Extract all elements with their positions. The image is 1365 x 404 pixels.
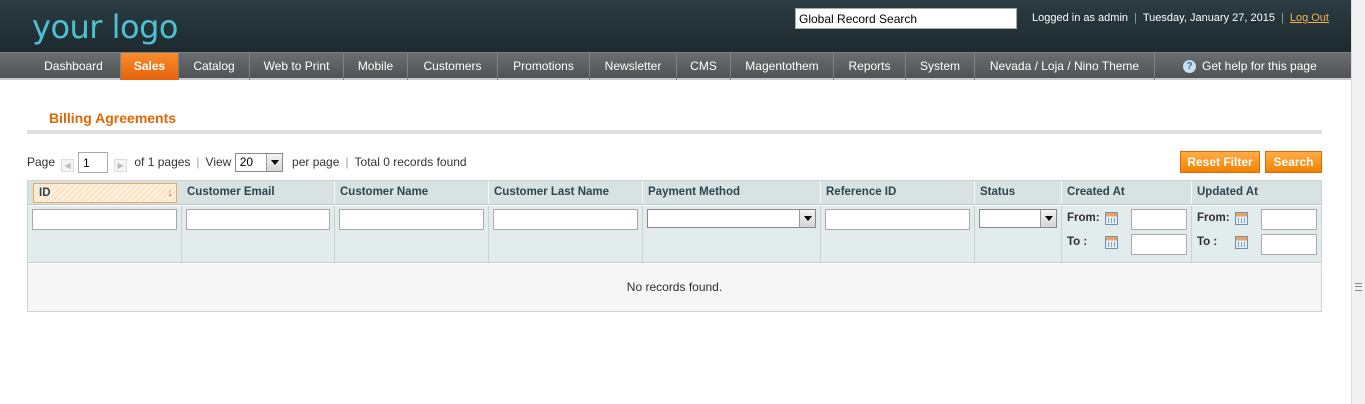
nav-item-system[interactable]: System [906, 53, 975, 80]
filter-cell-reference-id [821, 206, 975, 263]
title-divider [27, 130, 1322, 134]
next-page-icon[interactable]: ▶ [114, 159, 128, 172]
logout-link[interactable]: Log Out [1290, 12, 1329, 24]
admin-header: your logo Logged in as admin | Tuesday, Ja… [0, 0, 1351, 52]
sort-desc-icon: ↓ [167, 187, 173, 199]
nav-item-customers[interactable]: Customers [408, 53, 498, 80]
filter-name-input[interactable] [339, 209, 484, 230]
nav-item-mobile[interactable]: Mobile [344, 53, 408, 80]
nav-item-promotions[interactable]: Promotions [498, 53, 590, 80]
empty-message: No records found. [28, 264, 1321, 311]
filter-email-input[interactable] [186, 209, 330, 230]
calendar-icon[interactable] [1105, 236, 1118, 249]
help-link[interactable]: ? Get help for this page [1183, 53, 1317, 80]
column-header-label: ID [39, 187, 51, 199]
calendar-icon[interactable] [1235, 236, 1248, 249]
per-page-label: per page [292, 155, 340, 169]
column-header-created-at[interactable]: Created At [1062, 181, 1192, 204]
per-page-select[interactable]: 20 [234, 153, 283, 173]
updated-from-input[interactable] [1261, 209, 1317, 230]
calendar-icon[interactable] [1105, 212, 1118, 225]
filter-cell-status [975, 206, 1062, 263]
search-button[interactable]: Search [1265, 151, 1322, 173]
separator: | [1280, 12, 1284, 24]
header-date: Tuesday, January 27, 2015 [1142, 12, 1275, 24]
per-page-value: 20 [239, 155, 254, 170]
header-links: Logged in as admin | Tuesday, January 27, … [1032, 12, 1329, 24]
filter-id-input[interactable] [32, 209, 177, 230]
filter-cell-payment-method [643, 206, 821, 263]
updated-from-label: From: [1197, 212, 1230, 224]
created-to-input[interactable] [1131, 234, 1187, 255]
column-header-customer-name[interactable]: Customer Name [335, 181, 489, 204]
separator: | [196, 155, 200, 169]
filter-cell-email [182, 206, 335, 263]
view-label: View [205, 155, 232, 169]
of-pages-text: of 1 pages [134, 155, 191, 169]
column-header-status[interactable]: Status [975, 181, 1062, 204]
nav-item-magentothem[interactable]: Magentothem [731, 53, 834, 80]
chevron-down-icon [799, 210, 815, 227]
page-title: Billing Agreements [49, 110, 177, 126]
nav-item-newsletter[interactable]: Newsletter [590, 53, 677, 80]
column-header-customer-email[interactable]: Customer Email [182, 181, 335, 204]
nav-item-cms[interactable]: CMS [677, 53, 731, 80]
filter-status-select[interactable] [979, 209, 1057, 228]
reset-filter-button[interactable]: Reset Filter [1180, 151, 1260, 173]
nav-item-reports[interactable]: Reports [834, 53, 906, 80]
nav-item-catalog[interactable]: Catalog [179, 53, 250, 80]
nav-item-nevada-theme[interactable]: Nevada / Loja / Nino Theme [975, 53, 1155, 80]
help-icon: ? [1183, 60, 1196, 73]
page-number-input[interactable] [78, 152, 109, 174]
created-to-label: To : [1067, 236, 1088, 248]
filter-cell-created-at: From: To : [1062, 206, 1192, 263]
chevron-down-icon [265, 154, 282, 172]
column-header-updated-at[interactable]: Updated At [1192, 181, 1321, 204]
column-header-payment-method[interactable]: Payment Method [643, 181, 821, 204]
filter-last-name-input[interactable] [493, 209, 638, 230]
filter-cell-id [28, 206, 182, 263]
filter-cell-last-name [489, 206, 643, 263]
column-header-customer-last-name[interactable]: Customer Last Name [489, 181, 643, 204]
logo[interactable]: your logo [32, 8, 178, 46]
column-header-id[interactable]: ID ↓ [33, 183, 177, 203]
logged-in-text: Logged in as admin [1032, 12, 1129, 24]
calendar-icon[interactable] [1235, 212, 1248, 225]
nav-item-sales[interactable]: Sales [121, 53, 179, 80]
filter-reference-id-input[interactable] [825, 209, 970, 230]
updated-to-input[interactable] [1261, 234, 1317, 255]
filter-cell-updated-at: From: To : [1192, 206, 1321, 263]
vertical-scrollbar[interactable] [1351, 0, 1365, 404]
created-from-label: From: [1067, 212, 1100, 224]
grid-filter-row: From: To : From: To : [28, 206, 1321, 263]
grid-header-row: ID ↓ Customer Email Customer Name Custome… [28, 181, 1321, 205]
chevron-down-icon [1040, 210, 1056, 227]
pager: Page ◀ ▶ of 1 pages | View 20 per page | Total… [27, 151, 467, 174]
separator: | [345, 155, 349, 169]
nav-item-dashboard[interactable]: Dashboard [27, 53, 121, 80]
page-label: Page [27, 155, 56, 169]
created-from-input[interactable] [1131, 209, 1187, 230]
global-search-input[interactable] [795, 8, 1017, 29]
scroll-grip-icon[interactable] [1355, 283, 1362, 291]
filter-cell-name [335, 206, 489, 263]
help-label: Get help for this page [1202, 59, 1317, 73]
billing-agreements-grid: ID ↓ Customer Email Customer Name Custome… [27, 180, 1322, 312]
separator: | [1134, 12, 1137, 24]
prev-page-icon[interactable]: ◀ [61, 159, 75, 172]
column-header-reference-id[interactable]: Reference ID [821, 181, 975, 204]
total-records-text: Total 0 records found [354, 155, 467, 169]
main-nav: Dashboard Sales Catalog Web to Print Mob… [0, 52, 1351, 80]
updated-to-label: To : [1197, 236, 1218, 248]
nav-item-web-to-print[interactable]: Web to Print [250, 53, 344, 80]
filter-payment-method-select[interactable] [647, 209, 816, 228]
